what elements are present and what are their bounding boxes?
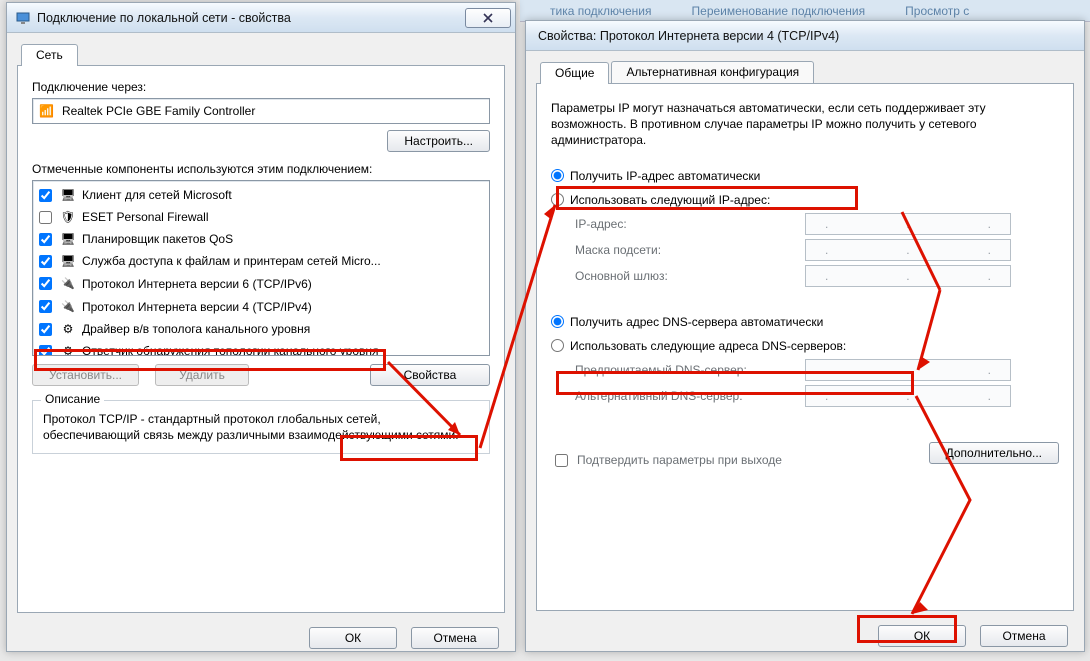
radio-input[interactable] [551, 193, 564, 206]
ok-button[interactable]: ОК [878, 625, 966, 647]
tab-panel: Подключение через: Realtek PCIe GBE Fami… [17, 65, 505, 613]
list-item[interactable]: Ответчик обнаружения топологии канальног… [37, 340, 485, 356]
titlebar: Свойства: Протокол Интернета версии 4 (T… [526, 21, 1084, 51]
connect-via-label: Подключение через: [32, 80, 490, 94]
dns-manual-radio[interactable]: Использовать следующие адреса DNS-сервер… [551, 337, 1059, 355]
alt-dns-field: ... [805, 385, 1011, 407]
list-item[interactable]: Планировщик пакетов QoS [37, 228, 485, 250]
list-item-label: Служба доступа к файлам и принтерам сете… [82, 251, 381, 271]
lan-properties-window: Подключение по локальной сети - свойства… [6, 2, 516, 652]
checkbox-input[interactable] [39, 323, 52, 336]
svc-icon [60, 229, 76, 249]
components-list[interactable]: Клиент для сетей MicrosoftESET Personal … [32, 180, 490, 356]
list-item[interactable]: Протокол Интернета версии 6 (TCP/IPv6) [37, 272, 485, 295]
list-item-label: Протокол Интернета версии 6 (TCP/IPv6) [82, 274, 312, 294]
drv-icon [60, 341, 76, 356]
proto-icon [60, 273, 76, 294]
install-button[interactable]: Установить... [32, 364, 139, 386]
checkbox-input[interactable] [39, 189, 52, 202]
close-button[interactable] [465, 8, 511, 28]
fw-icon [60, 207, 76, 227]
radio-input[interactable] [551, 169, 564, 182]
radio-label: Получить IP-адрес автоматически [570, 169, 760, 183]
ipv4-properties-window: Свойства: Протокол Интернета версии 4 (T… [525, 20, 1085, 652]
radio-label: Использовать следующий IP-адрес: [570, 193, 770, 207]
background-menu: тика подключения Переименование подключе… [520, 0, 1090, 22]
dns-auto-radio[interactable]: Получить адрес DNS-сервера автоматически [551, 313, 1059, 331]
ip-group: Получить IP-адрес автоматически Использо… [551, 167, 1059, 287]
nic-icon [39, 104, 54, 118]
network-icon [15, 10, 31, 26]
description-text: Протокол TCP/IP - стандартный протокол г… [43, 411, 479, 443]
bg-item: Просмотр с [905, 4, 969, 18]
checkbox-input[interactable] [39, 345, 52, 357]
pref-dns-label: Предпочитаемый DNS-сервер: [575, 363, 795, 377]
pref-dns-field: ... [805, 359, 1011, 381]
checkbox-input[interactable] [39, 233, 52, 246]
list-item-label: Протокол Интернета версии 4 (TCP/IPv4) [82, 297, 312, 317]
drv-icon [60, 319, 76, 339]
list-item[interactable]: ESET Personal Firewall [37, 206, 485, 228]
configure-button[interactable]: Настроить... [387, 130, 490, 152]
close-icon [483, 13, 493, 23]
adapter-box[interactable]: Realtek PCIe GBE Family Controller [32, 98, 490, 124]
cancel-button[interactable]: Отмена [980, 625, 1068, 647]
cancel-button[interactable]: Отмена [411, 627, 499, 649]
checkbox-input[interactable] [39, 255, 52, 268]
list-item-label: Клиент для сетей Microsoft [82, 185, 232, 205]
radio-label: Получить адрес DNS-сервера автоматически [570, 315, 823, 329]
components-label: Отмеченные компоненты используются этим … [32, 162, 490, 176]
uninstall-button[interactable]: Удалить [155, 364, 249, 386]
advanced-button[interactable]: Дополнительно... [929, 442, 1059, 464]
properties-button[interactable]: Свойства [370, 364, 490, 386]
tab-network[interactable]: Сеть [21, 44, 78, 66]
titlebar: Подключение по локальной сети - свойства [7, 3, 515, 33]
description-title: Описание [41, 392, 104, 406]
ip-auto-radio[interactable]: Получить IP-адрес автоматически [551, 167, 1059, 185]
tab-panel: Параметры IP могут назначаться автоматич… [536, 83, 1074, 611]
gateway-label: Основной шлюз: [575, 269, 795, 283]
radio-label: Использовать следующие адреса DNS-сервер… [570, 339, 846, 353]
list-item-label: Ответчик обнаружения топологии канальног… [82, 341, 379, 356]
svc-icon [60, 251, 76, 271]
list-item[interactable]: Клиент для сетей Microsoft [37, 184, 485, 206]
checkbox-input[interactable] [39, 300, 52, 313]
bg-item: тика подключения [550, 4, 652, 18]
intro-text: Параметры IP могут назначаться автоматич… [551, 100, 1059, 149]
checkbox-input[interactable] [39, 211, 52, 224]
radio-input[interactable] [551, 315, 564, 328]
alt-dns-label: Альтернативный DNS-сервер: [575, 389, 795, 403]
radio-input[interactable] [551, 339, 564, 352]
gateway-field: ... [805, 265, 1011, 287]
window-title: Свойства: Протокол Интернета версии 4 (T… [534, 29, 1080, 43]
confirm-on-exit[interactable]: Подтвердить параметры при выходе [551, 451, 782, 470]
ip-address-field: ... [805, 213, 1011, 235]
list-item-label: Планировщик пакетов QoS [82, 229, 233, 249]
description-group: Описание Протокол TCP/IP - стандартный п… [32, 400, 490, 454]
list-item-label: Драйвер в/в тополога канального уровня [82, 319, 310, 339]
checkbox-input[interactable] [555, 454, 568, 467]
dns-group: Получить адрес DNS-сервера автоматически… [551, 313, 1059, 407]
checkbox-input[interactable] [39, 277, 52, 290]
window-title: Подключение по локальной сети - свойства [37, 11, 465, 25]
ip-manual-radio[interactable]: Использовать следующий IP-адрес: [551, 191, 1059, 209]
subnet-mask-field: ... [805, 239, 1011, 261]
adapter-name: Realtek PCIe GBE Family Controller [62, 104, 255, 118]
checkbox-label: Подтвердить параметры при выходе [577, 453, 782, 467]
tab-alternate[interactable]: Альтернативная конфигурация [611, 61, 814, 83]
ip-address-label: IP-адрес: [575, 217, 795, 231]
list-item[interactable]: Протокол Интернета версии 4 (TCP/IPv4) [37, 295, 485, 318]
bg-item: Переименование подключения [692, 4, 866, 18]
list-item[interactable]: Служба доступа к файлам и принтерам сете… [37, 250, 485, 272]
svc-icon [60, 185, 76, 205]
proto-icon [60, 296, 76, 317]
ok-button[interactable]: ОК [309, 627, 397, 649]
tab-general[interactable]: Общие [540, 62, 609, 84]
list-item-label: ESET Personal Firewall [82, 207, 209, 227]
subnet-mask-label: Маска подсети: [575, 243, 795, 257]
list-item[interactable]: Драйвер в/в тополога канального уровня [37, 318, 485, 340]
